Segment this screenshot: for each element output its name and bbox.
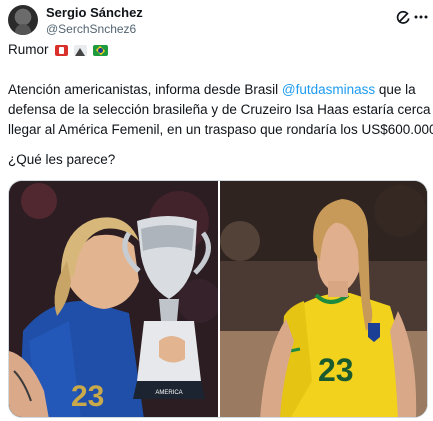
- tweet-body: Atención americanistas, informa desde Br…: [8, 80, 433, 140]
- tweet-line-3: llegar al América Femenil, en un traspas…: [8, 122, 433, 137]
- media-grid: 23 AMERICA 23: [8, 180, 428, 418]
- more-options-icon[interactable]: [412, 8, 430, 26]
- author-name[interactable]: Sergio Sánchez: [46, 5, 143, 20]
- tweet-line-1: Atención americanistas, informa desde Br…: [8, 80, 428, 100]
- tweet-question: ¿Qué les parece?: [8, 152, 116, 167]
- mention-link[interactable]: @futdasminass: [282, 82, 375, 97]
- avatar[interactable]: [8, 5, 38, 35]
- photo-trophy-kiss[interactable]: 23 AMERICA: [9, 181, 218, 417]
- grok-icon[interactable]: [394, 8, 412, 26]
- tweet-text-1a: Atención americanistas, informa desde Br…: [8, 82, 282, 97]
- photo-yellow-kit[interactable]: 23: [220, 181, 427, 417]
- tweet-line-2: defensa de la selección brasileña y de C…: [8, 102, 433, 117]
- rumor-line: Rumor: [8, 40, 108, 60]
- brazil-flag-emoji: [92, 44, 108, 56]
- right-jersey-number: 23: [318, 352, 354, 388]
- rumor-label: Rumor: [8, 42, 49, 57]
- tweet-text-1b: que la: [375, 82, 416, 97]
- mountain-emoji: [73, 44, 87, 56]
- trophy-text: AMERICA: [155, 390, 182, 396]
- author-handle[interactable]: @SerchSnchez6: [46, 22, 136, 36]
- police-light-emoji: [54, 44, 68, 56]
- tweet-header: Sergio Sánchez @SerchSnchez6: [8, 4, 428, 40]
- left-jersey-number: 23: [71, 380, 104, 413]
